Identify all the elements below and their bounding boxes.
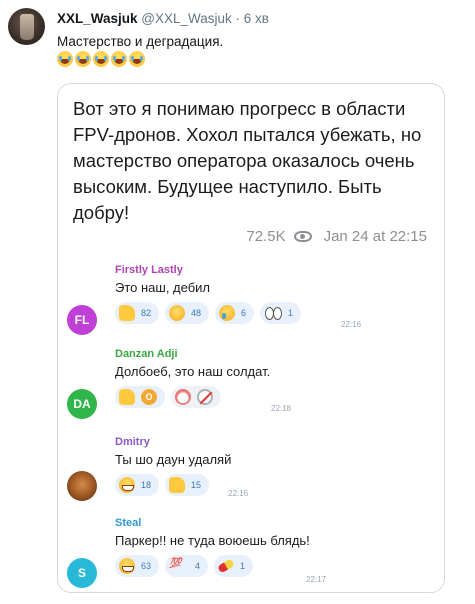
comment-author[interactable]: Firstly Lastly — [115, 264, 183, 276]
eyes-icon — [264, 305, 283, 321]
post-date: Jan 24 at 22:15 — [323, 228, 427, 245]
reaction-eyes[interactable]: 1 — [260, 302, 302, 324]
comment-text: Это наш, дебил — [115, 280, 211, 295]
thumbs-up-icon — [169, 477, 186, 493]
reaction-rofl[interactable]: 48 — [165, 302, 210, 324]
grinning-icon — [119, 558, 135, 574]
comment-time: 22:16 — [341, 320, 362, 329]
pill-icon — [217, 558, 235, 574]
reaction-thumbs-up[interactable]: O — [115, 386, 165, 408]
comment-time: 22:18 — [271, 404, 292, 413]
tweet-header: XXL_Wasjuk @XXL_Wasjuk · 6 хв — [57, 11, 269, 27]
thumbs-up-icon — [119, 389, 135, 405]
grinning-icon — [119, 477, 135, 493]
eye-icon — [293, 231, 312, 242]
grinning-tears-emoji-icon — [111, 51, 127, 67]
rofl-icon — [166, 302, 188, 324]
reaction-count: 82 — [141, 308, 152, 318]
avatar[interactable]: S — [67, 558, 97, 588]
comment: Steal Паркер!! не туда воюешь блядь! S 6… — [58, 515, 444, 592]
avatar[interactable]: DA — [67, 389, 97, 419]
comment: Danzan Adji Долбоеб, это наш солдат. DA … — [58, 346, 444, 426]
reactions-row: 63 💯 4 1 — [115, 555, 254, 577]
grinning-tears-emoji-icon — [129, 51, 145, 67]
thumbs-up-icon — [119, 305, 135, 321]
reaction-hundred[interactable]: 💯 4 — [165, 555, 209, 577]
comment-text: Паркер!! не туда воюешь блядь! — [115, 533, 310, 548]
reaction-count: 18 — [141, 480, 152, 490]
avatar[interactable]: FL — [67, 305, 97, 335]
reaction-count: 15 — [191, 480, 202, 490]
comment-text: Ты шо даун удаляй — [115, 452, 232, 467]
tweet-author-avatar[interactable] — [8, 8, 45, 45]
reaction-count: 63 — [141, 561, 152, 571]
post-meta: 72.5K Jan 24 at 22:15 — [246, 228, 427, 245]
grinning-tears-emoji-icon — [93, 51, 109, 67]
reactions-row: O — [115, 386, 221, 408]
post-text: Вот это я понимаю прогресс в области FPV… — [73, 98, 422, 223]
clown-icon — [175, 389, 191, 405]
reaction-grinning[interactable]: 63 — [115, 555, 160, 577]
reaction-grinning[interactable]: 18 — [115, 474, 160, 496]
hundred-icon: 💯 — [169, 558, 182, 569]
comment-author[interactable]: Dmitry — [115, 436, 150, 448]
comment-text: Долбоеб, это наш солдат. — [115, 364, 271, 379]
reaction-crying[interactable]: 6 — [215, 302, 255, 324]
grinning-tears-emoji-icon — [75, 51, 91, 67]
comment-time: 22:17 — [306, 575, 327, 584]
tweet-author-name[interactable]: XXL_Wasjuk — [57, 11, 138, 26]
reactions-row: 18 15 — [115, 474, 210, 496]
reaction-clown[interactable] — [171, 386, 221, 408]
no-bell-icon — [197, 389, 213, 405]
reaction-thumbs-up[interactable]: 82 — [115, 302, 160, 324]
reaction-count: 4 — [195, 561, 201, 571]
tweet-handle-time[interactable]: @XXL_Wasjuk · 6 хв — [141, 11, 269, 26]
comment: Dmitry Ты шо даун удаляй 18 15 22:16 — [58, 434, 444, 514]
reaction-count: 6 — [241, 308, 247, 318]
reaction-count: 1 — [288, 308, 294, 318]
circle-o-icon: O — [141, 389, 157, 405]
reaction-pill[interactable]: 1 — [214, 555, 254, 577]
comment-author[interactable]: Steal — [115, 517, 141, 529]
tweet-emoji-row — [57, 51, 145, 67]
embedded-screenshot-card[interactable]: Вот это я понимаю прогресс в области FPV… — [57, 83, 445, 593]
crying-icon — [219, 305, 236, 321]
comment-author[interactable]: Danzan Adji — [115, 348, 178, 360]
reactions-row: 82 48 6 1 — [115, 302, 302, 324]
comment: Firstly Lastly Это наш, дебил FL 82 48 6… — [58, 262, 444, 342]
reaction-count: 48 — [191, 308, 202, 318]
tweet-text: Мастерство и деградация. — [57, 34, 224, 49]
reaction-thumbs-up[interactable]: 15 — [165, 474, 210, 496]
comment-time: 22:16 — [228, 489, 249, 498]
avatar[interactable] — [67, 471, 97, 501]
grinning-tears-emoji-icon — [57, 51, 73, 67]
reaction-count: 1 — [240, 561, 246, 571]
views-count: 72.5K — [246, 228, 286, 245]
